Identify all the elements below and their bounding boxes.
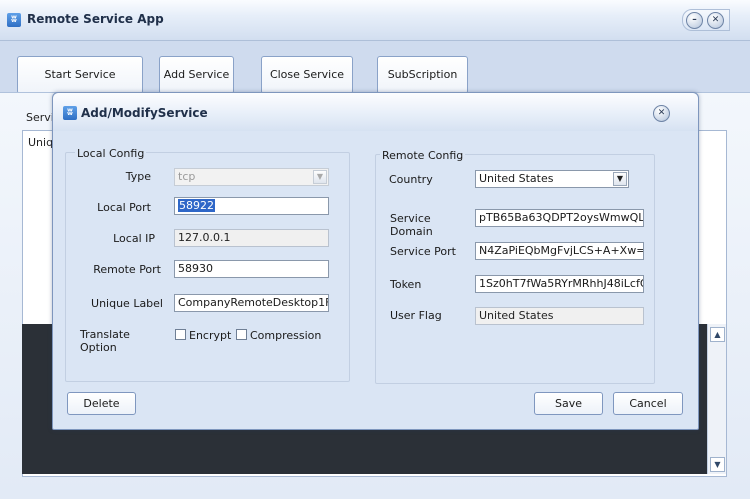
remote-port-label: Remote Port	[93, 263, 161, 276]
country-select-value: United States	[479, 172, 554, 185]
local-port-label: Local Port	[97, 201, 151, 214]
type-select-value: tcp	[178, 170, 196, 183]
dialog-close-icon[interactable]: ✕	[653, 105, 670, 122]
scroll-down-icon[interactable]: ▼	[710, 457, 725, 472]
scroll-up-icon[interactable]: ▲	[710, 327, 725, 342]
local-ip-field[interactable]: 127.0.0.1	[174, 229, 329, 247]
dialog-app-icon: ʬ	[63, 106, 77, 120]
main-titlebar: ʬ Remote Service App – ✕	[0, 0, 750, 41]
service-domain-label: Service Domain	[390, 212, 433, 238]
cancel-button[interactable]: Cancel	[613, 392, 683, 415]
dialog-title: Add/ModifyService	[81, 106, 208, 120]
app-title: Remote Service App	[27, 12, 164, 26]
service-port-field[interactable]: N4ZaPiEQbMgFvjLCS+A+Xw==	[475, 242, 644, 260]
save-button[interactable]: Save	[534, 392, 603, 415]
service-domain-field[interactable]: pTB65Ba63QDPT2oysWmwQLyvBrjE	[475, 209, 644, 227]
close-icon[interactable]: ✕	[707, 12, 724, 29]
remote-config-title: Remote Config	[380, 149, 466, 162]
token-label: Token	[390, 278, 422, 291]
user-flag-label: User Flag	[390, 309, 442, 322]
vertical-scrollbar[interactable]: ▲ ▼	[707, 324, 726, 474]
local-ip-label: Local IP	[113, 232, 155, 245]
compression-checkbox[interactable]	[236, 329, 247, 340]
remote-config-group	[375, 154, 655, 384]
add-modify-service-dialog: ʬ Add/ModifyService ✕ Local Config Type …	[52, 92, 699, 430]
local-port-field[interactable]: 58922	[174, 197, 329, 215]
service-port-label: Service Port	[390, 245, 456, 258]
close-service-button[interactable]: Close Service	[261, 56, 353, 94]
user-flag-field[interactable]: United States	[475, 307, 644, 325]
unique-label-field[interactable]: CompanyRemoteDesktop1F8BFBF	[174, 294, 329, 312]
compression-label[interactable]: Compression	[250, 329, 330, 342]
subscription-button[interactable]: SubScription	[377, 56, 468, 94]
add-service-button[interactable]: Add Service	[159, 56, 234, 94]
delete-button[interactable]: Delete	[67, 392, 136, 415]
minimize-icon[interactable]: –	[686, 12, 703, 29]
local-config-title: Local Config	[75, 147, 147, 160]
chevron-down-icon: ▼	[313, 170, 327, 184]
encrypt-checkbox[interactable]	[175, 329, 186, 340]
country-label: Country	[389, 173, 433, 186]
country-select[interactable]: United States ▼	[475, 170, 629, 188]
unique-column-header-peek: Uniq	[28, 136, 54, 149]
chevron-down-icon: ▼	[613, 172, 627, 186]
translate-option-label: Translate Option	[80, 328, 130, 354]
unique-label-label: Unique Label	[91, 297, 163, 310]
token-field[interactable]: 1Sz0hT7fWa5RYrMRhhJ48iLcfORSN	[475, 275, 644, 293]
type-select[interactable]: tcp ▼	[174, 168, 329, 186]
app-icon: ʬ	[7, 13, 21, 27]
local-port-value: 58922	[178, 199, 215, 212]
dialog-titlebar: ʬ Add/ModifyService ✕	[53, 93, 698, 131]
window-controls: – ✕	[682, 9, 730, 31]
remote-port-field[interactable]: 58930	[174, 260, 329, 278]
type-label: Type	[125, 170, 151, 183]
start-service-button[interactable]: Start Service	[17, 56, 143, 94]
